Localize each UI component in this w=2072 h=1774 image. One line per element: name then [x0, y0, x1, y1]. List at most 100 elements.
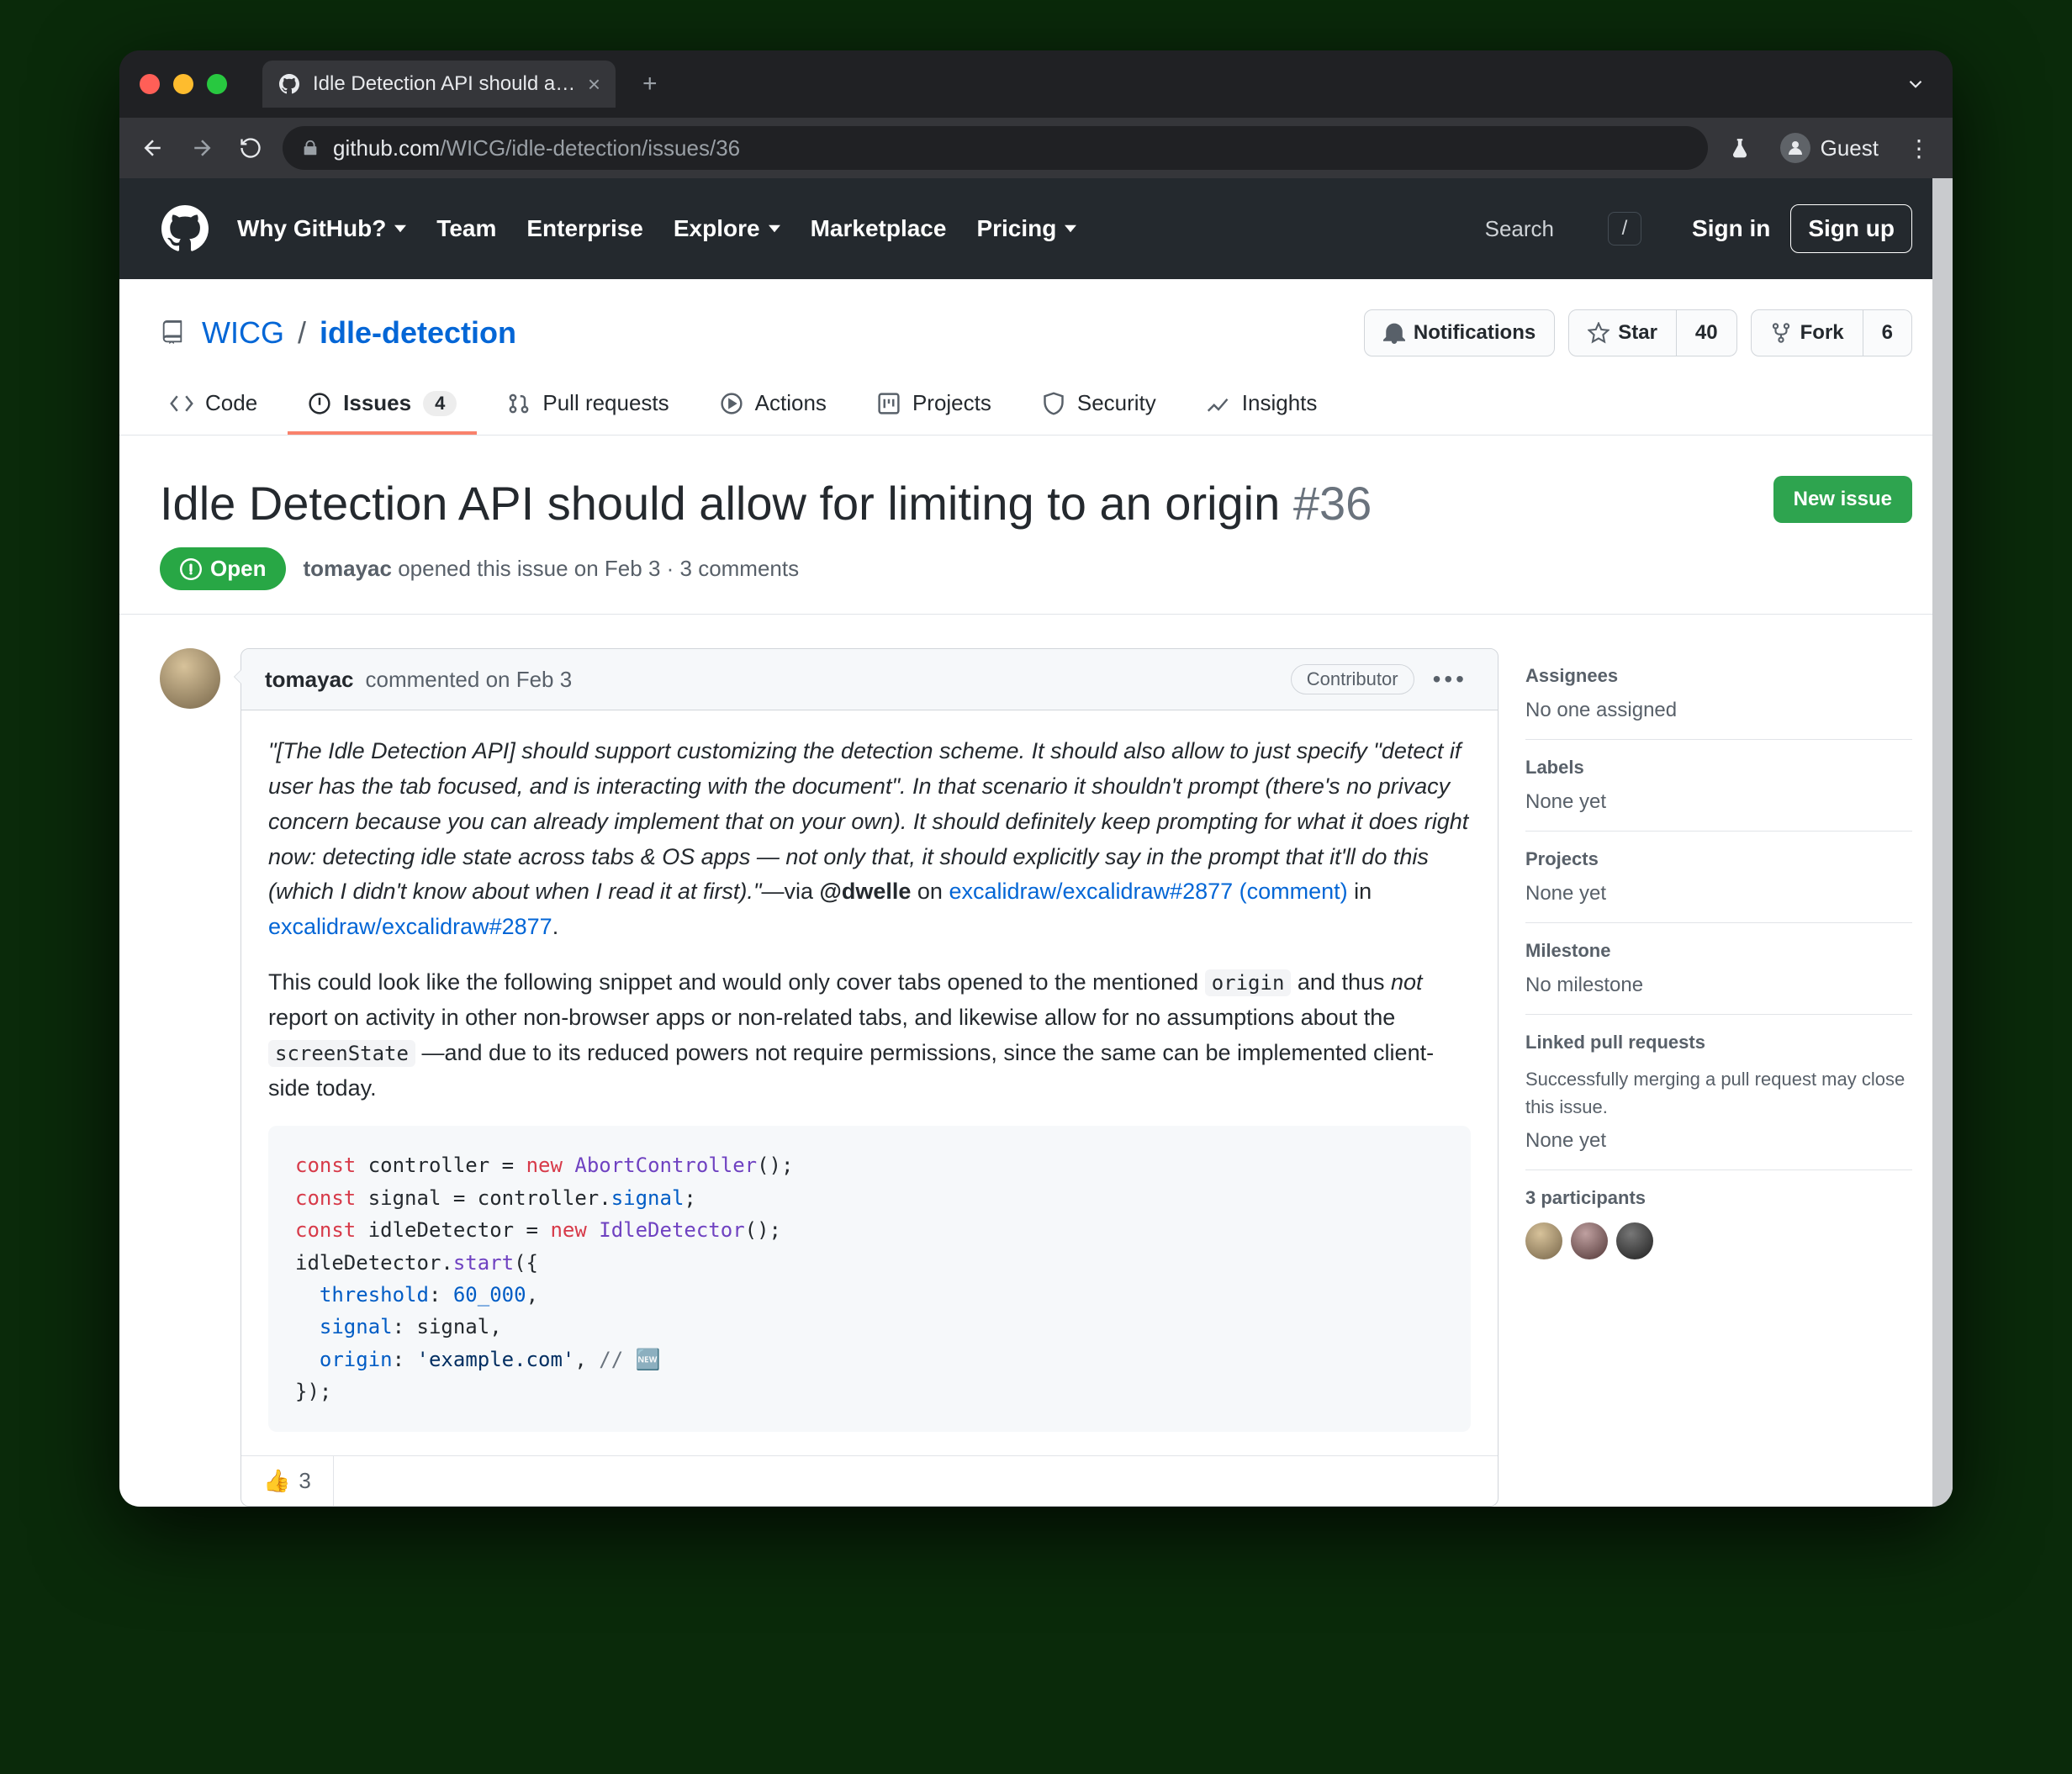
breadcrumb: WICG / idle-detection	[202, 315, 516, 351]
pr-icon	[507, 392, 531, 415]
issue-header: Idle Detection API should allow for limi…	[119, 436, 1953, 615]
address-bar[interactable]: github.com/WICG/idle-detection/issues/36	[283, 126, 1708, 170]
code-block: const controller = new AbortController()…	[268, 1126, 1471, 1431]
play-icon	[720, 392, 743, 415]
repo-tabs: Code Issues4 Pull requests Actions Proje…	[119, 356, 1953, 436]
github-logo-icon[interactable]	[160, 203, 210, 254]
repo-header: WICG / idle-detection Notifications Star…	[119, 279, 1953, 356]
participant-avatar[interactable]	[1525, 1222, 1562, 1259]
participant-avatar[interactable]	[1571, 1222, 1608, 1259]
repo-name-link[interactable]: idle-detection	[320, 315, 516, 350]
sidebar-labels[interactable]: Labels None yet	[1525, 740, 1912, 832]
sidebar-projects[interactable]: Projects None yet	[1525, 832, 1912, 923]
issue-open-icon	[180, 558, 202, 580]
sidebar-milestone[interactable]: Milestone No milestone	[1525, 923, 1912, 1015]
tab-insights[interactable]: Insights	[1187, 375, 1338, 435]
tab-issues[interactable]: Issues4	[288, 375, 477, 435]
chevron-down-icon	[394, 223, 406, 235]
comment-menu-button[interactable]: •••	[1426, 666, 1474, 693]
browser-menu-button[interactable]: ⋮	[1902, 131, 1936, 165]
tab-code[interactable]: Code	[150, 375, 278, 435]
issue-number: #36	[1293, 477, 1372, 530]
comment-timestamp: commented on Feb 3	[366, 667, 573, 693]
profile-avatar-icon	[1780, 133, 1810, 163]
github-header: Why GitHub? Team Enterprise Explore Mark…	[119, 178, 1953, 279]
sidebar-participants: 3 participants	[1525, 1170, 1912, 1259]
nav-team[interactable]: Team	[436, 215, 496, 242]
nav-marketplace[interactable]: Marketplace	[811, 215, 947, 242]
page-viewport: Why GitHub? Team Enterprise Explore Mark…	[119, 178, 1953, 1507]
slash-shortcut-badge: /	[1608, 212, 1641, 246]
sign-up-button[interactable]: Sign up	[1790, 204, 1912, 253]
reaction-count: 3	[299, 1468, 310, 1494]
issue-state-badge: Open	[160, 547, 286, 590]
nav-enterprise[interactable]: Enterprise	[526, 215, 643, 242]
issue-content: tomayac commented on Feb 3 Contributor •…	[119, 615, 1953, 1507]
fork-count[interactable]: 6	[1863, 309, 1912, 356]
tab-close-icon[interactable]: ×	[588, 71, 600, 98]
new-issue-button[interactable]: New issue	[1773, 476, 1912, 523]
comment-author-link[interactable]: tomayac	[265, 667, 354, 693]
window-controls	[140, 74, 227, 94]
sidebar-linked-prs[interactable]: Linked pull requests Successfully mergin…	[1525, 1015, 1912, 1170]
window-maximize-button[interactable]	[207, 74, 227, 94]
forward-button[interactable]	[185, 131, 219, 165]
mention-link[interactable]: @dwelle	[820, 879, 912, 904]
issue-ref-link-1[interactable]: excalidraw/excalidraw#2877 (comment)	[949, 879, 1347, 904]
chevron-down-icon	[1065, 223, 1076, 235]
comment: tomayac commented on Feb 3 Contributor •…	[240, 648, 1498, 1507]
shield-icon	[1042, 392, 1065, 415]
notifications-button[interactable]: Notifications	[1364, 309, 1555, 356]
sign-in-link[interactable]: Sign in	[1692, 215, 1770, 242]
issue-sidebar: Assignees No one assigned Labels None ye…	[1525, 648, 1912, 1507]
issue-ref-link-2[interactable]: excalidraw/excalidraw#2877	[268, 914, 552, 939]
tab-title: Idle Detection API should allow	[313, 72, 576, 96]
auth-buttons: Sign in Sign up	[1692, 204, 1912, 253]
url-text: github.com/WICG/idle-detection/issues/36	[333, 135, 740, 161]
comment-avatar[interactable]	[160, 648, 220, 709]
labs-icon[interactable]	[1723, 131, 1757, 165]
nav-pricing[interactable]: Pricing	[976, 215, 1076, 242]
inline-code: origin	[1205, 969, 1292, 996]
nav-explore[interactable]: Explore	[674, 215, 780, 242]
profile-button[interactable]: Guest	[1772, 129, 1887, 166]
timeline: tomayac commented on Feb 3 Contributor •…	[160, 648, 1498, 1507]
window-close-button[interactable]	[140, 74, 160, 94]
thumbs-up-icon: 👍	[263, 1468, 290, 1494]
comment-header: tomayac commented on Feb 3 Contributor •…	[241, 649, 1498, 710]
issue-author-link[interactable]: tomayac	[303, 556, 392, 581]
reload-button[interactable]	[234, 131, 267, 165]
graph-icon	[1207, 392, 1230, 415]
tab-overflow-icon[interactable]	[1899, 67, 1932, 101]
tab-security[interactable]: Security	[1022, 375, 1176, 435]
star-button[interactable]: Star	[1568, 309, 1677, 356]
window-minimize-button[interactable]	[173, 74, 193, 94]
fork-button[interactable]: Fork	[1751, 309, 1863, 356]
repo-icon	[160, 320, 185, 346]
reaction-thumbs-up[interactable]: 👍 3	[241, 1456, 334, 1506]
nav-why[interactable]: Why GitHub?	[237, 215, 406, 242]
contributor-badge: Contributor	[1291, 664, 1414, 694]
tab-pulls[interactable]: Pull requests	[487, 375, 689, 435]
chevron-down-icon	[769, 223, 780, 235]
new-tab-button[interactable]: +	[631, 70, 669, 98]
tab-projects[interactable]: Projects	[857, 375, 1012, 435]
repo-actions: Notifications Star 40 Fork 6	[1364, 309, 1912, 356]
bell-icon	[1383, 322, 1405, 344]
tab-strip: Idle Detection API should allow × +	[119, 50, 1953, 118]
comment-body: "[The Idle Detection API] should support…	[241, 710, 1498, 1455]
sidebar-assignees[interactable]: Assignees No one assigned	[1525, 648, 1912, 740]
star-count[interactable]: 40	[1677, 309, 1737, 356]
search-input[interactable]: Search	[1472, 216, 1567, 242]
star-icon	[1588, 322, 1610, 344]
participant-avatar[interactable]	[1616, 1222, 1653, 1259]
tab-actions[interactable]: Actions	[700, 375, 847, 435]
repo-owner-link[interactable]: WICG	[202, 315, 284, 350]
issue-icon	[308, 392, 331, 415]
browser-tab[interactable]: Idle Detection API should allow ×	[262, 61, 616, 108]
issue-title: Idle Detection API should allow for limi…	[160, 476, 1753, 531]
browser-toolbar: github.com/WICG/idle-detection/issues/36…	[119, 118, 1953, 178]
github-nav: Why GitHub? Team Enterprise Explore Mark…	[237, 215, 1076, 242]
inline-code: screenState	[268, 1040, 415, 1067]
back-button[interactable]	[136, 131, 170, 165]
